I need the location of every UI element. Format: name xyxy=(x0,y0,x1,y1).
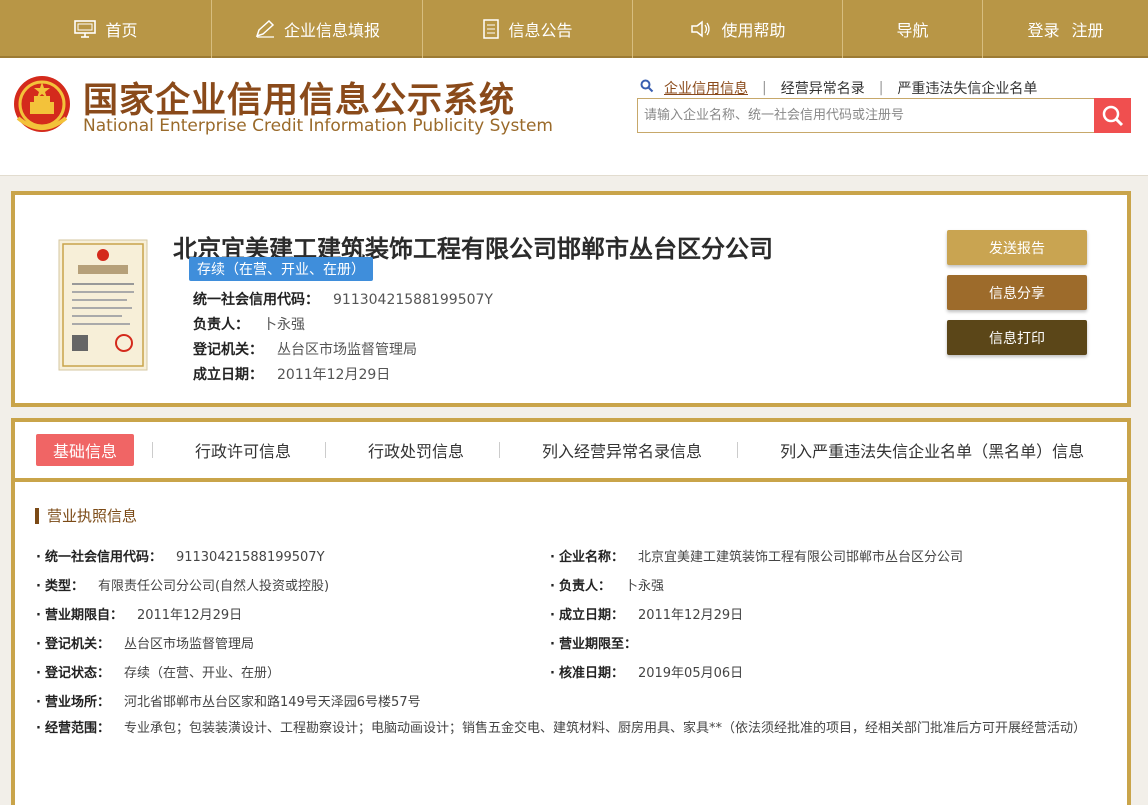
business-license-image xyxy=(58,239,148,371)
credit-code-label: 统一社会信用代码： xyxy=(193,292,319,308)
monitor-icon xyxy=(73,19,97,39)
tab-divider xyxy=(737,442,739,458)
send-report-button[interactable]: 发送报告 xyxy=(947,230,1087,265)
status-badge: 存续（在营、开业、在册） xyxy=(189,257,373,281)
authority-line: 登记机关： 丛台区市场监督管理局 xyxy=(193,339,417,359)
detail-row: 企业名称： 北京宜美建工建筑装饰工程有限公司邯郸市丛台区分公司 xyxy=(550,546,963,565)
person-label: 负责人： xyxy=(193,317,249,333)
site-header: 国家企业信用信息公示系统 National Enterprise Credit … xyxy=(0,58,1148,176)
nav-guide[interactable]: 导航 xyxy=(843,0,983,58)
credit-code-value: 91130421588199507Y xyxy=(333,292,493,308)
speaker-icon xyxy=(689,19,713,39)
detail-value: 存续（在营、开业、在册） xyxy=(123,666,280,681)
search-tab-abnormal[interactable]: 经营异常名录 xyxy=(781,78,865,98)
register-link[interactable]: 注册 xyxy=(1072,17,1104,41)
nav-help-label: 使用帮助 xyxy=(721,21,786,40)
login-link[interactable]: 登录 xyxy=(1027,17,1059,41)
nav-notice-label: 信息公告 xyxy=(508,21,573,40)
detail-label: 类型： xyxy=(36,579,84,594)
nav-home-label: 首页 xyxy=(105,21,138,40)
tab-abnormal-list[interactable]: 列入经营异常名录信息 xyxy=(542,438,702,462)
search-icon xyxy=(1102,105,1123,126)
detail-value: 河北省邯郸市丛台区家和路149号天泽园6号楼57号 xyxy=(123,695,421,710)
search-tabs: 企业信用信息 | 经营异常名录 | 严重违法失信企业名单 xyxy=(640,78,1037,98)
detail-value: 2011年12月29日 xyxy=(136,608,243,623)
tab-admin-license[interactable]: 行政许可信息 xyxy=(195,438,291,462)
scope-value: 专业承包；包装装潢设计、工程勘察设计；电脑动画设计；销售五金交电、建筑材料、厨房… xyxy=(123,721,1086,736)
search-box xyxy=(637,98,1131,133)
nav-account: 登录 注册 xyxy=(983,0,1148,58)
detail-row: 营业期限至： xyxy=(550,633,651,652)
detail-row: 成立日期： 2011年12月29日 xyxy=(550,604,743,623)
detail-value: 丛台区市场监督管理局 xyxy=(123,637,254,652)
authority-label: 登记机关： xyxy=(193,342,263,358)
tab-divider xyxy=(152,442,154,458)
nav-home[interactable]: 首页 xyxy=(0,0,212,58)
document-icon xyxy=(482,18,500,40)
detail-row: 营业期限自： 2011年12月29日 xyxy=(36,604,242,623)
search-input[interactable] xyxy=(638,99,1094,132)
top-nav: 首页 企业信息填报 信息公告 使用帮助 导航 登录 注册 xyxy=(0,0,1148,58)
nav-help[interactable]: 使用帮助 xyxy=(633,0,843,58)
tab-blacklist[interactable]: 列入严重违法失信企业名单（黑名单）信息 xyxy=(780,438,1084,462)
person-value: 卜永强 xyxy=(263,317,305,333)
tab-divider: | xyxy=(762,80,767,96)
authority-value: 丛台区市场监督管理局 xyxy=(277,342,417,358)
detail-row: 核准日期： 2019年05月06日 xyxy=(550,662,743,681)
tab-divider: | xyxy=(878,80,884,96)
established-label: 成立日期： xyxy=(193,367,263,383)
detail-row: 登记状态： 存续（在营、开业、在册） xyxy=(36,662,280,681)
detail-label: 营业期限自： xyxy=(36,608,123,623)
established-value: 2011年12月29日 xyxy=(277,367,391,383)
pen-icon xyxy=(254,19,276,39)
company-summary-card: 北京宜美建工建筑装饰工程有限公司邯郸市丛台区分公司 存续（在营、开业、在册） 统… xyxy=(11,191,1131,407)
detail-label: 负责人： xyxy=(550,579,611,594)
tab-divider xyxy=(325,442,327,458)
established-line: 成立日期： 2011年12月29日 xyxy=(193,364,390,384)
detail-value: 91130421588199507Y xyxy=(175,550,325,565)
detail-value: 有限责任公司分公司(自然人投资或控股) xyxy=(97,579,330,594)
detail-label: 登记机关： xyxy=(36,637,110,652)
nav-notice[interactable]: 信息公告 xyxy=(423,0,633,58)
scope-label: 经营范围： xyxy=(36,721,110,736)
detail-value: 2011年12月29日 xyxy=(637,608,744,623)
section-title: 营业执照信息 xyxy=(35,508,137,524)
search-button[interactable] xyxy=(1094,98,1131,133)
detail-row: 统一社会信用代码： 91130421588199507Y xyxy=(36,546,325,565)
credit-code-line: 统一社会信用代码： 91130421588199507Y xyxy=(193,289,493,309)
detail-label: 登记状态： xyxy=(36,666,110,681)
search-icon xyxy=(640,79,654,97)
detail-value: 北京宜美建工建筑装饰工程有限公司邯郸市丛台区分公司 xyxy=(637,550,963,565)
detail-label: 成立日期： xyxy=(550,608,624,623)
national-emblem xyxy=(12,74,72,140)
tab-basic-info[interactable]: 基础信息 xyxy=(36,434,135,466)
detail-row: 类型： 有限责任公司分公司(自然人投资或控股) xyxy=(36,575,329,594)
nav-enterprise-info-fill[interactable]: 企业信息填报 xyxy=(212,0,423,58)
nav-fill-label: 企业信息填报 xyxy=(283,21,380,40)
detail-tabs: 基础信息 行政许可信息 行政处罚信息 列入经营异常名录信息 列入严重违法失信企业… xyxy=(15,422,1127,482)
detail-row: 登记机关： 丛台区市场监督管理局 xyxy=(36,633,254,652)
detail-row: 营业场所： 河北省邯郸市丛台区家和路149号天泽园6号楼57号 xyxy=(36,691,421,710)
detail-value: 卜永强 xyxy=(624,579,664,594)
detail-label: 企业名称： xyxy=(550,550,624,565)
person-line: 负责人： 卜永强 xyxy=(193,314,305,334)
detail-label: 核准日期： xyxy=(550,666,624,681)
tab-admin-penalty[interactable]: 行政处罚信息 xyxy=(368,438,464,462)
business-scope: 经营范围： 专业承包；包装装潢设计、工程勘察设计；电脑动画设计；销售五金交电、建筑… xyxy=(36,718,1106,740)
detail-label: 营业期限至： xyxy=(550,637,637,652)
nav-guide-label: 导航 xyxy=(896,21,929,40)
search-tab-credit-info[interactable]: 企业信用信息 xyxy=(664,78,748,98)
tab-divider xyxy=(499,442,501,458)
detail-panel: 基础信息 行政许可信息 行政处罚信息 列入经营异常名录信息 列入严重违法失信企业… xyxy=(11,418,1131,805)
detail-label: 营业场所： xyxy=(36,695,110,710)
print-info-button[interactable]: 信息打印 xyxy=(947,320,1087,355)
search-tab-blacklist[interactable]: 严重违法失信企业名单 xyxy=(897,78,1037,98)
detail-row: 负责人： 卜永强 xyxy=(550,575,664,594)
site-subtitle: National Enterprise Credit Information P… xyxy=(83,116,553,136)
detail-value: 2019年05月06日 xyxy=(637,666,744,681)
share-info-button[interactable]: 信息分享 xyxy=(947,275,1087,310)
detail-label: 统一社会信用代码： xyxy=(36,550,162,565)
